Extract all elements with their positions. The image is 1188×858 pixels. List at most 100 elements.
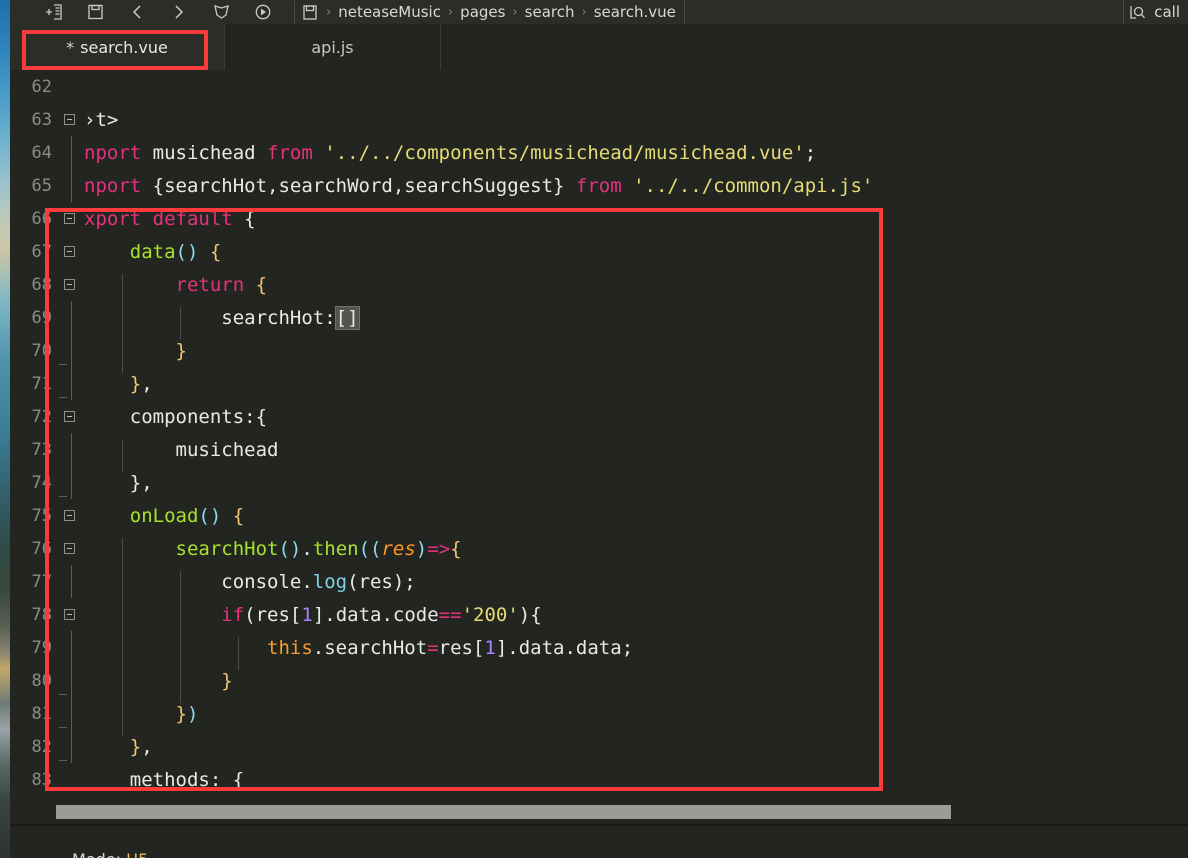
line-content[interactable]: searchHot().then((res)=>{: [80, 537, 1188, 571]
code-line[interactable]: 65 nport {searchHot,searchWord,searchSug…: [10, 169, 1188, 202]
fold-marker[interactable]: [58, 543, 80, 554]
code-line[interactable]: 82 },: [10, 730, 1188, 763]
fold-marker[interactable]: [58, 730, 80, 763]
code-line[interactable]: 68 return {: [10, 268, 1188, 307]
line-content[interactable]: }: [80, 669, 1188, 703]
breadcrumb-separator: ›: [581, 4, 587, 20]
fold-marker[interactable]: [58, 279, 80, 290]
code-line[interactable]: 63 ›t>: [10, 103, 1188, 136]
code-line[interactable]: 78 if(res[1].data.code=='200'){: [10, 598, 1188, 637]
code-line[interactable]: 76 searchHot().then((res)=>{: [10, 532, 1188, 571]
fold-marker[interactable]: [58, 301, 80, 334]
code-line[interactable]: 77 console.log(res);: [10, 565, 1188, 604]
line-content[interactable]: },: [80, 736, 1188, 758]
fold-marker[interactable]: [58, 466, 80, 499]
forward-icon[interactable]: [158, 0, 200, 24]
code-line[interactable]: 83 methods: {: [10, 763, 1188, 796]
fold-marker[interactable]: [58, 433, 80, 466]
tab-api-js[interactable]: api.js: [225, 24, 441, 70]
fold-marker[interactable]: [58, 631, 80, 664]
line-content[interactable]: },: [80, 373, 1188, 395]
code-line[interactable]: 69 searchHot:[]: [10, 301, 1188, 340]
code-line[interactable]: 73 musichead: [10, 433, 1188, 472]
line-content[interactable]: }: [80, 339, 1188, 373]
fold-marker[interactable]: [58, 169, 80, 202]
toolbar-search[interactable]: call: [1123, 0, 1188, 24]
breadcrumb-separator: ›: [326, 4, 332, 20]
breadcrumb-separator: ›: [512, 4, 518, 20]
line-number: 68: [31, 274, 52, 295]
line-number: 82: [31, 736, 52, 757]
code-editor[interactable]: 62 63 ›t> 64 nport musichead from '../..…: [10, 70, 1188, 805]
fold-marker[interactable]: [58, 609, 80, 620]
code-line[interactable]: 75 onLoad() {: [10, 499, 1188, 532]
file-icon: [299, 4, 321, 20]
bottom-panel: Mode: H5: [10, 826, 1188, 858]
code-line[interactable]: 64 nport musichead from '../../component…: [10, 136, 1188, 169]
editor-hscrollbar-thumb[interactable]: [56, 805, 951, 819]
line-content[interactable]: this.searchHot=res[1].data.data;: [80, 636, 1188, 670]
desktop-wallpaper-strip: [0, 0, 10, 858]
fold-marker[interactable]: [58, 136, 80, 169]
line-content[interactable]: nport {searchHot,searchWord,searchSugges…: [80, 175, 1188, 197]
back-icon[interactable]: [116, 0, 158, 24]
breadcrumb-item-search[interactable]: search: [523, 3, 577, 21]
fold-marker[interactable]: [58, 114, 80, 125]
line-content[interactable]: ›t>: [80, 109, 1188, 131]
breadcrumb[interactable]: › neteaseMusic › pages › search › search…: [294, 0, 685, 24]
code-line[interactable]: 72 components:{: [10, 400, 1188, 433]
breadcrumb-item-pages[interactable]: pages: [458, 3, 507, 21]
code-line[interactable]: 80 }: [10, 664, 1188, 703]
search-icon: [1130, 5, 1146, 20]
line-content[interactable]: musichead: [80, 438, 1188, 472]
search-input[interactable]: call: [1154, 3, 1180, 21]
fold-marker[interactable]: [58, 367, 80, 400]
breadcrumb-item-file[interactable]: search.vue: [592, 3, 678, 21]
code-line[interactable]: 81 }): [10, 697, 1188, 736]
fold-marker[interactable]: [58, 565, 80, 598]
code-line[interactable]: 67 data() {: [10, 235, 1188, 268]
fold-marker[interactable]: [58, 246, 80, 257]
line-number: 72: [31, 406, 52, 427]
line-number: 71: [31, 373, 52, 394]
bottom-panel-text: Mode: H5: [72, 850, 148, 858]
bottom-panel-label: Mode:: [72, 850, 126, 858]
line-content[interactable]: return {: [80, 273, 1188, 307]
line-content[interactable]: data() {: [80, 241, 1188, 263]
code-line[interactable]: 79 this.searchHot=res[1].data.data;: [10, 631, 1188, 670]
line-content[interactable]: xport default {: [80, 208, 1188, 230]
fold-marker[interactable]: [58, 411, 80, 422]
fold-marker[interactable]: [58, 334, 80, 367]
line-content[interactable]: onLoad() {: [80, 505, 1188, 527]
fold-marker[interactable]: [58, 664, 80, 697]
bottom-panel-value: H5: [126, 850, 148, 858]
line-content[interactable]: }): [80, 702, 1188, 736]
line-number: 73: [31, 439, 52, 460]
line-content[interactable]: },: [80, 472, 1188, 494]
tab-label: api.js: [311, 37, 354, 57]
code-line[interactable]: 74 },: [10, 466, 1188, 499]
tab-dirty-indicator: *: [66, 37, 75, 57]
line-content[interactable]: console.log(res);: [80, 570, 1188, 604]
code-line[interactable]: 66 xport default {: [10, 202, 1188, 235]
line-number: 80: [31, 670, 52, 691]
fold-marker[interactable]: [58, 697, 80, 730]
bookmark-icon[interactable]: [200, 0, 242, 24]
line-content[interactable]: components:{: [80, 406, 1188, 428]
line-content[interactable]: if(res[1].data.code=='200'){: [80, 603, 1188, 637]
code-line[interactable]: 71 },: [10, 367, 1188, 400]
line-content[interactable]: nport musichead from '../../components/m…: [80, 142, 1188, 164]
save-icon[interactable]: [74, 0, 116, 24]
editor-tab-bar: * search.vue api.js: [10, 24, 1188, 71]
new-file-icon[interactable]: [32, 0, 74, 24]
fold-marker[interactable]: [58, 510, 80, 521]
line-content[interactable]: searchHot:[]: [80, 305, 1188, 340]
breadcrumb-item-project[interactable]: neteaseMusic: [336, 3, 443, 21]
code-line[interactable]: 62: [10, 70, 1188, 103]
fold-marker[interactable]: [58, 213, 80, 224]
code-line[interactable]: 70 }: [10, 334, 1188, 373]
line-number: 83: [31, 769, 52, 790]
line-content[interactable]: methods: {: [80, 769, 1188, 791]
tab-search-vue[interactable]: * search.vue: [10, 24, 225, 70]
run-icon[interactable]: [242, 0, 284, 24]
